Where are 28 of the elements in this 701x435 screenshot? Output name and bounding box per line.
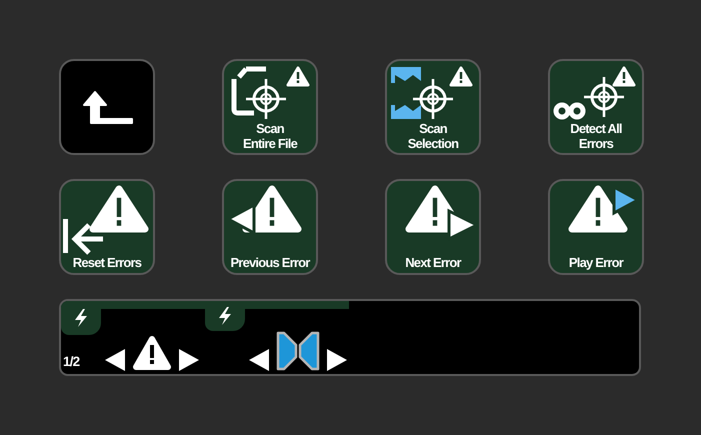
right-arrow-icon xyxy=(327,349,347,371)
scan-selection-button[interactable]: Scan Selection xyxy=(385,59,481,155)
play-error-button[interactable]: Play Error xyxy=(548,179,644,275)
button-label: Errors xyxy=(578,136,614,151)
button-label: Entire File xyxy=(242,136,298,151)
detect-all-errors-button[interactable]: Detect All Errors xyxy=(548,59,644,155)
button-label: Next Error xyxy=(405,255,461,270)
page-indicator: 1/2 xyxy=(63,354,80,370)
button-label: Previous Error xyxy=(230,255,310,270)
warning-icon xyxy=(132,335,172,371)
lightning-icon xyxy=(73,308,89,328)
button-label: Scan xyxy=(419,121,447,136)
next-error-button[interactable]: Next Error xyxy=(385,179,481,275)
reset-errors-button[interactable]: Reset Errors xyxy=(59,179,155,275)
button-label: Scan xyxy=(256,121,284,136)
lightning-icon xyxy=(217,306,233,326)
button-label: Detect All xyxy=(570,121,622,136)
left-arrow-icon xyxy=(105,349,125,371)
button-label: Play Error xyxy=(568,255,624,270)
dial-tab[interactable] xyxy=(61,301,101,335)
back-button[interactable] xyxy=(59,59,155,155)
button-label: Reset Errors xyxy=(72,255,142,270)
scan-file-button[interactable]: Scan Entire File xyxy=(222,59,318,155)
bowtie-icon xyxy=(276,331,320,371)
button-label: Selection xyxy=(408,136,458,151)
right-arrow-icon xyxy=(179,349,199,371)
left-arrow-icon xyxy=(249,349,269,371)
previous-error-button[interactable]: Previous Error xyxy=(222,179,318,275)
